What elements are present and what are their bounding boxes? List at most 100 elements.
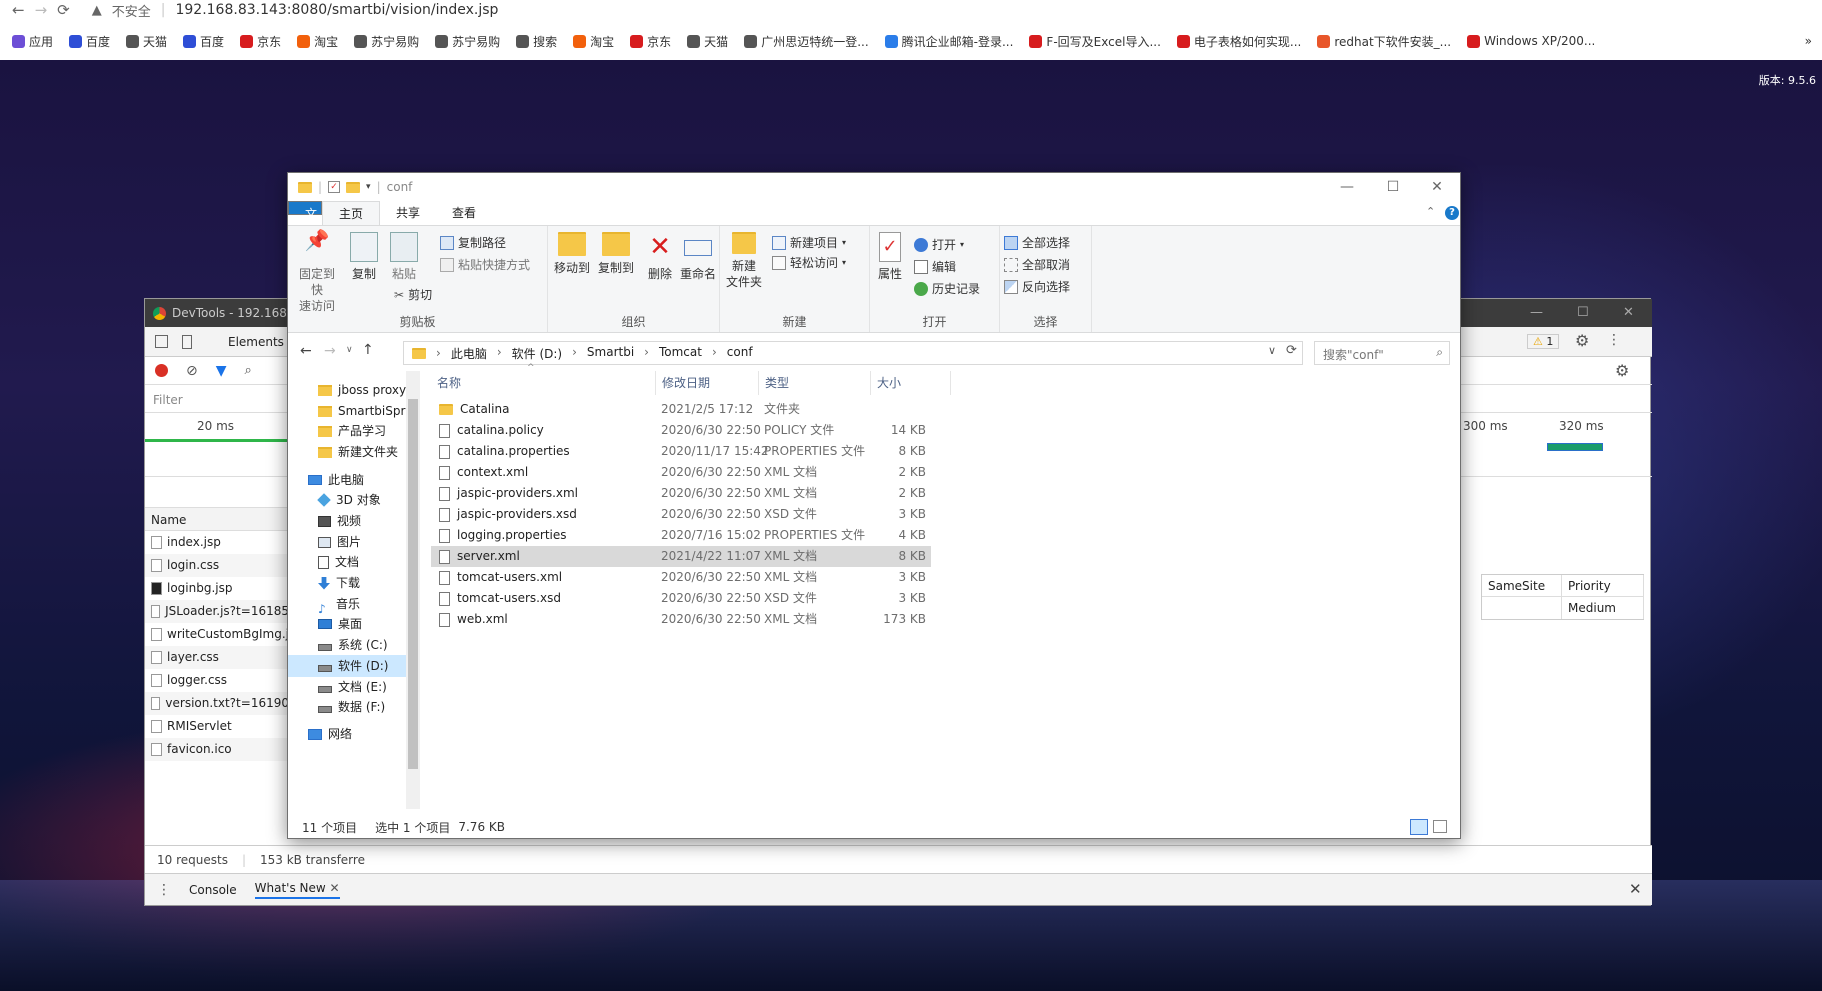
breadcrumb-item[interactable]: 此电脑 (451, 345, 487, 362)
properties-button[interactable]: ✓ 属性 (870, 232, 910, 282)
inspect-icon[interactable] (155, 335, 168, 348)
open-button[interactable]: 打开 ▾ (914, 236, 964, 253)
nav-item[interactable]: 系统 (C:) (318, 634, 388, 656)
tab-console[interactable]: Console (189, 883, 237, 897)
priority-header[interactable]: Priority (1562, 575, 1644, 597)
breadcrumb-item[interactable]: conf (727, 345, 753, 362)
nav-item[interactable]: 文档 (318, 551, 359, 573)
tab-elements[interactable]: Elements (228, 335, 284, 349)
nav-item[interactable]: 产品学习 (318, 420, 386, 442)
more-bookmarks-icon[interactable]: » (1805, 34, 1812, 48)
reload-icon[interactable]: ⟳ (57, 1, 70, 19)
breadcrumb-item[interactable]: 软件 (D:) (512, 345, 562, 362)
invert-selection-button[interactable]: 反向选择 (1004, 278, 1070, 295)
file-row[interactable]: jaspic-providers.xsd 2020/6/30 22:50 XSD 文… (431, 504, 931, 525)
file-row[interactable]: tomcat-users.xsd 2020/6/30 22:50 XSD 文件 3 K… (431, 588, 931, 609)
file-row[interactable]: logging.properties 2020/7/16 15:02 PROPERT… (431, 525, 931, 546)
bookmark-item[interactable]: 苏宁易购 (354, 33, 419, 50)
details-view-icon[interactable] (1410, 819, 1428, 835)
scrollbar-thumb[interactable] (408, 399, 418, 769)
bookmark-item[interactable]: 京东 (240, 33, 281, 50)
bookmark-item[interactable]: 京东 (630, 33, 671, 50)
navigation-scrollbar[interactable] (406, 371, 420, 809)
delete-button[interactable]: ✕ 删除 (640, 232, 680, 282)
paste-shortcut-button[interactable]: 粘贴快捷方式 (440, 256, 530, 273)
nav-item[interactable]: jboss proxy (318, 379, 406, 401)
nav-item[interactable]: 桌面 (318, 613, 362, 635)
tab-file[interactable]: 文件 (288, 201, 322, 245)
nav-item[interactable]: 此电脑 (308, 469, 364, 491)
address-breadcrumb[interactable]: › 此电脑 › 软件 (D:) › Smartbi › Tomcat › conf ∨ ⟳ (403, 341, 1303, 365)
nav-item[interactable]: 数据 (F:) (318, 696, 385, 718)
minimize-icon[interactable]: — (1324, 173, 1370, 201)
column-name[interactable]: 名称 (431, 371, 656, 395)
samesite-header[interactable]: SameSite (1482, 575, 1562, 597)
bookmark-item[interactable]: 电子表格如何实现... (1176, 33, 1301, 50)
up-icon[interactable]: ↑ (362, 342, 374, 358)
file-row[interactable]: catalina.properties 2020/11/17 15:42 PROPE… (431, 441, 931, 462)
bookmark-item[interactable]: 天猫 (687, 33, 728, 50)
device-toolbar-icon[interactable] (182, 334, 192, 349)
nav-item[interactable]: 软件 (D:) (288, 655, 406, 677)
close-tab-icon[interactable]: ✕ (330, 881, 340, 895)
select-all-button[interactable]: 全部选择 (1004, 234, 1070, 251)
copy-button[interactable]: 复制 (344, 232, 384, 282)
search-input[interactable]: 搜索"conf" ⌕ (1314, 341, 1450, 365)
close-icon[interactable]: ✕ (1414, 173, 1460, 201)
bookmark-item[interactable]: 淘宝 (297, 33, 338, 50)
file-row[interactable]: web.xml 2020/6/30 22:50 XML 文档 173 KB (431, 609, 931, 630)
bookmark-item[interactable]: Windows XP/200... (1467, 34, 1595, 48)
warning-badge[interactable]: ⚠ 1 (1527, 334, 1560, 349)
request-row[interactable]: loginbg.jsp (145, 577, 289, 600)
quick-access-dropdown-icon[interactable]: ▾ (366, 182, 371, 192)
column-date[interactable]: 修改日期 (656, 371, 759, 395)
cut-button[interactable]: ✂ 剪切 (394, 286, 432, 303)
refresh-icon[interactable]: ⟳ (1286, 343, 1297, 358)
close-icon[interactable]: ✕ (1623, 305, 1634, 320)
request-row[interactable]: favicon.ico (145, 738, 289, 761)
back-icon[interactable]: ← (300, 343, 312, 359)
breadcrumb-item[interactable]: Smartbi (587, 345, 634, 362)
move-to-button[interactable]: 移动到 (550, 232, 594, 276)
nav-item[interactable]: 下载 (318, 572, 360, 594)
column-type[interactable]: 类型 (759, 371, 871, 395)
url-text[interactable]: 192.168.83.143:8080/smartbi/vision/index… (175, 2, 498, 18)
breadcrumb-item[interactable]: Tomcat (659, 345, 702, 362)
recent-locations-icon[interactable]: ∨ (346, 345, 353, 355)
file-row[interactable]: jaspic-providers.xml 2020/6/30 22:50 XML 文… (431, 483, 931, 504)
network-settings-icon[interactable]: ⚙ (1615, 361, 1629, 380)
drawer-menu-icon[interactable]: ⋮ (157, 882, 171, 898)
maximize-icon[interactable]: ☐ (1577, 305, 1589, 320)
bookmark-item[interactable]: 腾讯企业邮箱-登录... (884, 33, 1013, 50)
settings-icon[interactable]: ⚙ (1575, 331, 1589, 350)
nav-item[interactable]: 新建文件夹 (318, 441, 398, 463)
maximize-icon[interactable]: ☐ (1370, 173, 1416, 201)
record-icon[interactable] (155, 364, 168, 377)
request-row[interactable]: JSLoader.js?t=16185 (145, 600, 289, 623)
request-row[interactable]: login.css (145, 554, 289, 577)
bookmark-item[interactable]: redhat下软件安装_... (1317, 33, 1451, 50)
column-size[interactable]: 大小 (871, 371, 951, 395)
tab-home[interactable]: 主页 (322, 201, 381, 225)
bookmark-item[interactable]: 淘宝 (573, 33, 614, 50)
easy-access-button[interactable]: 轻松访问 ▾ (772, 254, 846, 271)
bookmark-item[interactable]: 天猫 (126, 33, 167, 50)
bookmark-item[interactable]: 百度 (183, 33, 224, 50)
new-folder-button[interactable]: 新建 文件夹 (722, 232, 766, 290)
search-icon[interactable]: ⌕ (245, 363, 252, 378)
minimize-icon[interactable]: — (1530, 305, 1543, 320)
file-row[interactable]: server.xml 2021/4/22 11:07 XML 文档 8 KB (431, 546, 931, 567)
select-none-button[interactable]: 全部取消 (1004, 256, 1070, 273)
history-button[interactable]: 历史记录 (914, 280, 980, 297)
help-icon[interactable]: ? (1445, 206, 1459, 220)
request-row[interactable]: index.jsp (145, 531, 289, 554)
copy-path-button[interactable]: 复制路径 (440, 234, 506, 251)
bookmark-item[interactable]: F-回写及Excel导入... (1029, 33, 1161, 50)
bookmark-item[interactable]: 应用 (12, 33, 53, 50)
tab-whats-new[interactable]: What's New ✕ (254, 881, 340, 899)
pin-quick-access-button[interactable]: 📌 固定到快 速访问 (294, 230, 340, 314)
file-row[interactable]: catalina.policy 2020/6/30 22:50 POLICY 文件 1… (431, 420, 931, 441)
request-row[interactable]: version.txt?t=16190 (145, 692, 289, 715)
tab-share[interactable]: 共享 (380, 201, 436, 225)
back-arrow-icon[interactable]: ← (12, 1, 25, 19)
